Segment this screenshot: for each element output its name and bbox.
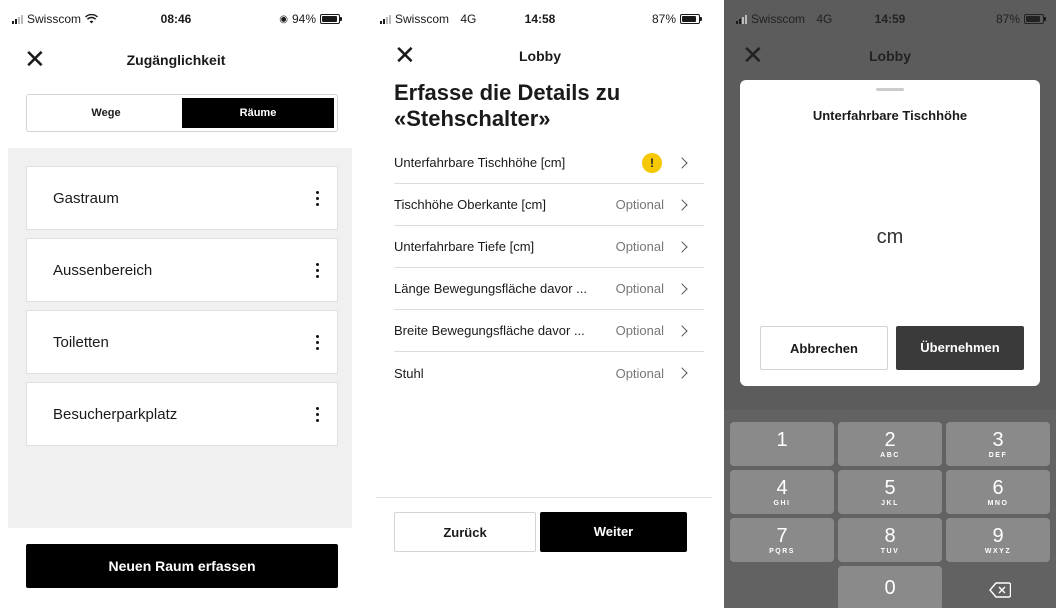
room-item-besucherparkplatz[interactable]: Besucherparkplatz bbox=[26, 382, 338, 446]
field-row-stuhl[interactable]: Stuhl Optional bbox=[394, 352, 704, 394]
room-item-gastraum[interactable]: Gastraum bbox=[26, 166, 338, 230]
key-digit: 4 bbox=[776, 477, 788, 499]
key-5[interactable]: 5 JKL bbox=[838, 470, 942, 514]
key-6[interactable]: 6 MNO bbox=[946, 470, 1050, 514]
key-letters: PQRS bbox=[769, 548, 795, 555]
details-heading: Erfasse die Details zu «Stehschalter» bbox=[394, 80, 620, 132]
room-label: Aussenbereich bbox=[53, 261, 153, 279]
chevron-right-icon bbox=[676, 156, 688, 169]
battery-percent: 94% bbox=[291, 12, 316, 26]
tab-wege[interactable]: Wege bbox=[30, 98, 182, 128]
status-bar: Swisscom 4G 14:58 87% bbox=[368, 0, 712, 34]
numeric-keypad: 1 2 ABC 3 DEF 4 GHI 5 JKL 6 MNO 7 PQRS 8 TUV 9W… bbox=[724, 410, 1056, 608]
modal-title: Unterfahrbare Tischhöhe bbox=[812, 108, 968, 123]
key-letters: GHI bbox=[773, 500, 791, 507]
add-room-button[interactable]: Neuen Raum erfassen bbox=[26, 544, 338, 588]
chevron-right-icon bbox=[676, 367, 688, 379]
key-digit: 7 bbox=[776, 525, 788, 547]
more-vertical-icon[interactable] bbox=[316, 407, 319, 422]
more-vertical-icon[interactable] bbox=[316, 335, 319, 350]
battery-percent: 87% bbox=[651, 12, 676, 26]
key-0[interactable]: 0 bbox=[838, 566, 942, 608]
field-label: Unterfahrbare Tiefe [cm] bbox=[394, 239, 535, 254]
battery-percent: 87% bbox=[995, 12, 1020, 26]
key-letters: JKL bbox=[881, 500, 899, 507]
screen-accessibility: Swisscom 08:46 ◉ 94% ✕ Zugänglichkeit Weg… bbox=[0, 0, 352, 608]
key-letters: MNO bbox=[987, 500, 1009, 507]
key-8[interactable]: 8 TUV bbox=[838, 518, 942, 562]
field-row-tischhoehe-oberkante[interactable]: Tischhöhe Oberkante [cm] Optional bbox=[394, 184, 704, 226]
key-9[interactable]: 9 WXYZ bbox=[946, 518, 1050, 562]
key-letters: DEF bbox=[988, 452, 1008, 459]
field-label: Tischhöhe Oberkante [cm] bbox=[394, 197, 546, 212]
key-1[interactable]: 1 bbox=[730, 422, 834, 466]
alarm-icon: ◉ bbox=[279, 13, 288, 25]
battery-icon bbox=[320, 14, 342, 24]
page-title: Zugänglichkeit bbox=[126, 52, 226, 68]
tab-raeume[interactable]: Räume bbox=[182, 98, 334, 128]
next-button[interactable]: Weiter bbox=[540, 512, 687, 552]
field-label: Stuhl bbox=[394, 365, 424, 381]
backspace-icon[interactable] bbox=[960, 570, 1040, 608]
footer-divider bbox=[376, 497, 712, 498]
room-label: Gastraum bbox=[53, 189, 119, 207]
heading-line-1: Erfasse die Details zu bbox=[394, 80, 621, 105]
screen-details: Swisscom 4G 14:58 87% ✕ Lobby Erfasse di… bbox=[368, 0, 712, 608]
field-row-unterfahrbare-tischhoehe[interactable]: Unterfahrbare Tischhöhe [cm]! bbox=[394, 142, 704, 184]
key-digit: 1 bbox=[776, 429, 788, 451]
optional-label: Optional bbox=[615, 281, 664, 296]
chevron-right-icon bbox=[676, 324, 688, 337]
more-vertical-icon[interactable] bbox=[316, 191, 319, 206]
key-4[interactable]: 4 GHI bbox=[730, 470, 834, 514]
status-bar: Swisscom 08:46 ◉ 94% bbox=[0, 0, 352, 34]
key-7[interactable]: 7 PQRS bbox=[730, 518, 834, 562]
status-bar: Swisscom 4G 14:59 87% bbox=[724, 0, 1056, 34]
battery-icon bbox=[680, 14, 702, 24]
room-item-toiletten[interactable]: Toiletten bbox=[26, 310, 338, 374]
field-label: Länge Bewegungsfläche davor ... bbox=[394, 281, 587, 296]
heading-line-2: «Stehschalter» bbox=[394, 106, 551, 131]
unit-input[interactable]: cm bbox=[740, 226, 1040, 249]
segmented-control: Wege Räume bbox=[26, 94, 338, 132]
key-digit: 8 bbox=[884, 525, 896, 547]
page-title: Lobby bbox=[869, 48, 911, 64]
field-label: Breite Bewegungsfläche davor ... bbox=[394, 323, 585, 338]
key-digit: 3 bbox=[992, 429, 1004, 451]
more-vertical-icon[interactable] bbox=[316, 263, 319, 278]
cancel-button[interactable]: Abbrechen bbox=[760, 326, 888, 370]
field-row-laenge-bewegungsflaeche[interactable]: Länge Bewegungsfläche davor ... Optional bbox=[394, 268, 704, 310]
optional-label: Optional bbox=[615, 239, 664, 254]
page-title: Lobby bbox=[519, 48, 561, 64]
key-letters: ABC bbox=[880, 452, 900, 459]
battery-icon bbox=[1024, 14, 1046, 24]
key-letters: TUV bbox=[880, 548, 900, 555]
chevron-right-icon bbox=[676, 198, 688, 211]
optional-label: Optional bbox=[615, 197, 664, 212]
room-label: Besucherparkplatz bbox=[53, 405, 178, 423]
key-digit: 2 bbox=[884, 429, 896, 451]
key-digit: 9 bbox=[992, 525, 1004, 547]
warning-icon: ! bbox=[642, 152, 662, 173]
field-label: Unterfahrbare Tischhöhe [cm] bbox=[394, 155, 566, 170]
key-2[interactable]: 2 ABC bbox=[838, 422, 942, 466]
screen-input-modal: Swisscom 4G 14:59 87% ✕ Lobby Unterfahrb… bbox=[724, 0, 1056, 608]
key-3[interactable]: 3 DEF bbox=[946, 422, 1050, 466]
key-digit: 5 bbox=[884, 477, 896, 499]
apply-button[interactable]: Übernehmen bbox=[896, 326, 1024, 370]
drag-handle[interactable] bbox=[876, 88, 904, 91]
room-item-aussenbereich[interactable]: Aussenbereich bbox=[26, 238, 338, 302]
key-digit: 6 bbox=[992, 477, 1004, 499]
key-digit: 0 bbox=[884, 577, 896, 599]
key-letters: WXYZ bbox=[984, 548, 1012, 555]
chevron-right-icon bbox=[676, 282, 688, 295]
chevron-right-icon bbox=[676, 240, 688, 253]
optional-label: Optional bbox=[615, 365, 664, 381]
input-modal: Unterfahrbare Tischhöhe cm Abbrechen Übe… bbox=[740, 80, 1040, 386]
optional-label: Optional bbox=[615, 323, 664, 338]
back-button[interactable]: Zurück bbox=[394, 512, 536, 552]
field-row-breite-bewegungsflaeche[interactable]: Breite Bewegungsfläche davor ... Optional bbox=[394, 310, 704, 352]
room-label: Toiletten bbox=[53, 333, 109, 351]
field-row-unterfahrbare-tiefe[interactable]: Unterfahrbare Tiefe [cm] Optional bbox=[394, 226, 704, 268]
